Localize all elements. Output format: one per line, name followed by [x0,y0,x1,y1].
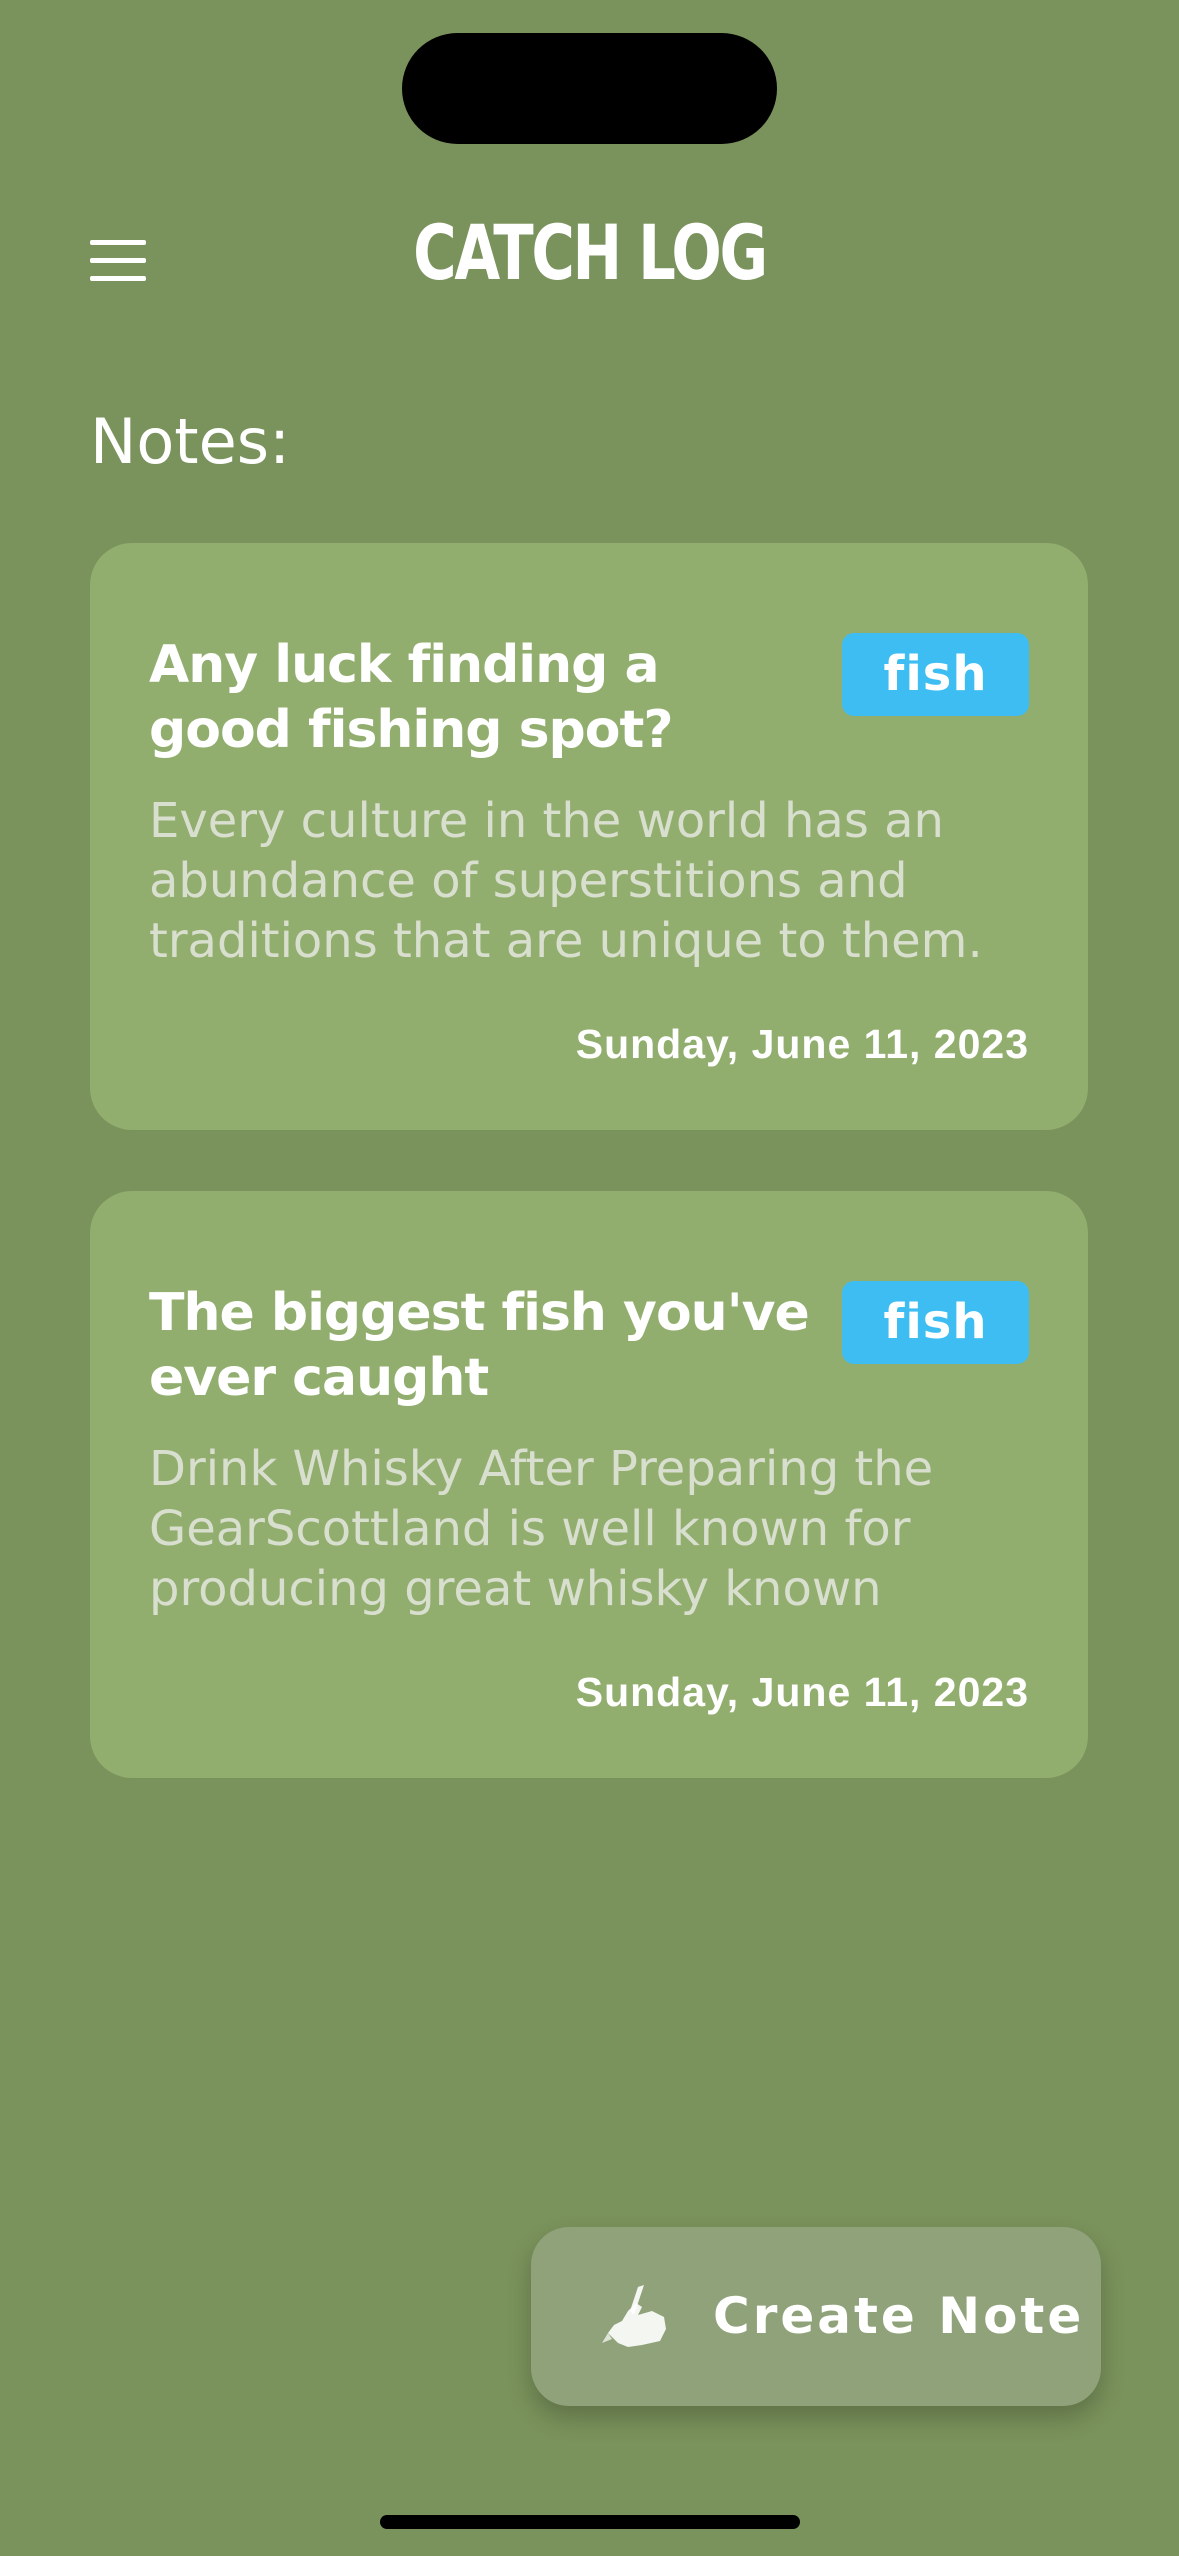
notes-section-label: Notes: [90,405,290,478]
note-date: Sunday, June 11, 2023 [575,1669,1029,1715]
note-title: Any luck finding a good fishing spot? [149,635,674,760]
note-preview: Every culture in the world has an abunda… [149,793,983,969]
app-title: CATCH LOG [413,208,768,297]
note-title: The biggest fish you've ever caught [149,1283,810,1408]
note-card[interactable]: Any luck finding a good fishing spot? fi… [90,543,1088,1130]
writing-hand-icon [602,2285,666,2347]
note-preview: Drink Whisky After Preparing the GearSco… [149,1441,934,1617]
note-card[interactable]: The biggest fish you've ever caught fish… [90,1191,1088,1778]
create-note-button[interactable]: Create Note [531,2227,1101,2406]
note-date: Sunday, June 11, 2023 [575,1021,1029,1067]
note-tag[interactable]: fish [842,633,1029,716]
home-indicator[interactable] [380,2515,800,2529]
create-note-label: Create Note [713,2287,1085,2345]
note-tag[interactable]: fish [842,1281,1029,1364]
dynamic-island [402,33,777,144]
